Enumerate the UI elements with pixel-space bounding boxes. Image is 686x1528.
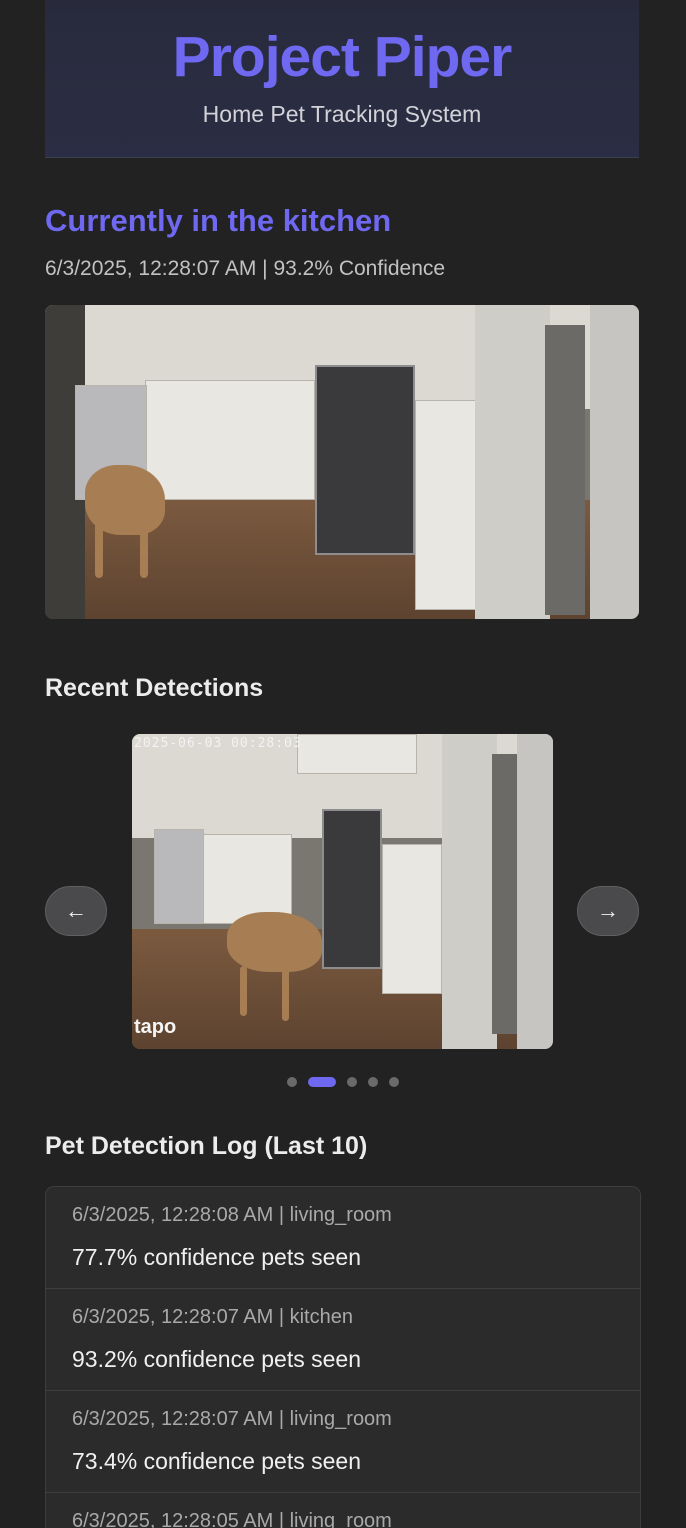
carousel-prev-button[interactable]: ←	[45, 886, 107, 936]
recent-detections-heading: Recent Detections	[45, 674, 264, 702]
detection-log-list: 6/3/2025, 12:28:08 AM | living_room 77.7…	[45, 1186, 641, 1528]
current-camera-image	[45, 305, 639, 619]
carousel-dot-active[interactable]	[308, 1077, 336, 1087]
carousel-dot[interactable]	[389, 1077, 399, 1087]
log-entry: 6/3/2025, 12:28:07 AM | living_room 73.4…	[46, 1391, 640, 1493]
carousel-dot[interactable]	[368, 1077, 378, 1087]
carousel-dot[interactable]	[287, 1077, 297, 1087]
carousel-next-button[interactable]: →	[577, 886, 639, 936]
log-entry: 6/3/2025, 12:28:07 AM | kitchen 93.2% co…	[46, 1289, 640, 1391]
carousel-slide-image[interactable]: 2025-06-03 00:28:03 tapo	[132, 734, 553, 1049]
app-header: Project Piper Home Pet Tracking System	[45, 0, 639, 158]
arrow-left-icon: ←	[65, 898, 87, 923]
log-entry-meta: 6/3/2025, 12:28:07 AM | kitchen	[72, 1306, 353, 1328]
app-subtitle: Home Pet Tracking System	[202, 101, 482, 127]
page: Project Piper Home Pet Tracking System C…	[0, 0, 686, 1528]
log-entry: 6/3/2025, 12:28:05 AM | living_room	[46, 1493, 640, 1528]
slide-timestamp: 2025-06-03 00:28:03	[134, 736, 302, 751]
carousel-dot[interactable]	[347, 1077, 357, 1087]
log-entry-meta: 6/3/2025, 12:28:07 AM | living_room	[72, 1408, 392, 1430]
log-entry-text: 93.2% confidence pets seen	[72, 1346, 361, 1372]
log-entry-meta: 6/3/2025, 12:28:05 AM | living_room	[72, 1510, 392, 1528]
detection-log-heading: Pet Detection Log (Last 10)	[45, 1132, 368, 1160]
current-location-meta: 6/3/2025, 12:28:07 AM | 93.2% Confidence	[45, 257, 446, 280]
log-entry-text: 73.4% confidence pets seen	[72, 1448, 361, 1474]
carousel-pagination	[0, 1077, 686, 1087]
current-location-heading: Currently in the kitchen	[45, 203, 392, 238]
app-title: Project Piper	[172, 25, 513, 89]
log-entry: 6/3/2025, 12:28:08 AM | living_room 77.7…	[46, 1187, 640, 1289]
log-entry-text: 77.7% confidence pets seen	[72, 1244, 361, 1270]
log-entry-meta: 6/3/2025, 12:28:08 AM | living_room	[72, 1204, 392, 1226]
slide-brand-watermark: tapo	[134, 1016, 177, 1038]
arrow-right-icon: →	[597, 898, 619, 923]
